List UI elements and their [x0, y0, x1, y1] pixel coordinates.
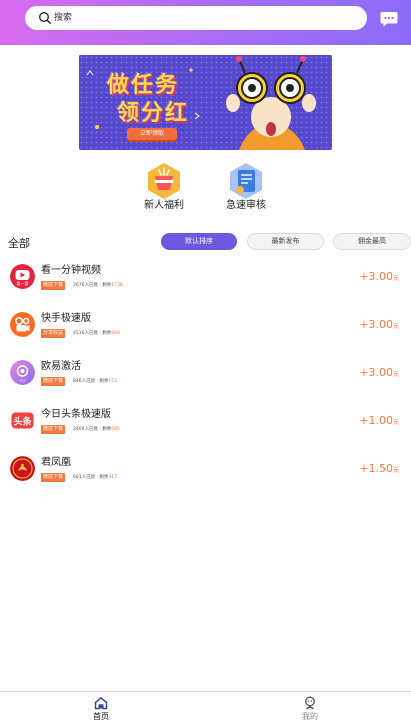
task-meta: 2676人已接 · 剩余1736 — [73, 281, 123, 290]
task-remaining: 153 — [108, 379, 117, 384]
svg-text:看一看: 看一看 — [17, 280, 29, 286]
sort-default-button[interactable]: 默认排序 — [161, 233, 237, 250]
search-placeholder: 搜索 — [54, 13, 73, 23]
task-taken-count: 4516人已接 · 剩余 — [73, 331, 112, 336]
banner-claim-button[interactable]: 立即领取 — [127, 128, 177, 140]
svg-text:头条: 头条 — [13, 416, 32, 428]
task-tag: 分享收益 — [41, 329, 66, 338]
task-price-unit: 元 — [392, 275, 399, 282]
nav-home-label: 首页 — [93, 712, 109, 721]
promo-banner[interactable]: 做任务 领分红 立即领取 — [79, 55, 332, 150]
task-meta: 846人已接 · 剩余153 — [73, 377, 117, 386]
task-tag: 微信下载 — [41, 473, 66, 482]
task-price: +3.00元 — [359, 270, 399, 286]
task-meta: 2404人已接 · 剩余695 — [73, 425, 120, 434]
task-price-unit: 元 — [392, 323, 399, 330]
nav-mine[interactable]: 我的 — [290, 696, 330, 723]
video-app-logo: 看一看 — [10, 264, 35, 289]
task-price: +1.50元 — [359, 462, 399, 478]
task-price: +3.00元 — [359, 318, 399, 334]
quick-entry-label: 新人福利 — [144, 200, 184, 211]
task-item[interactable]: 快手极速版 分享收益 4516人已接 · 剩余849 +3.00元 — [0, 312, 411, 360]
task-price-value: +1.00 — [359, 414, 393, 427]
task-remaining: 695 — [111, 427, 120, 432]
search-bar[interactable]: 搜索 — [25, 6, 367, 30]
message-icon[interactable] — [380, 11, 398, 27]
quick-entry-label: 急速审核 — [226, 200, 266, 211]
nav-home[interactable]: 首页 — [81, 696, 121, 723]
task-tag: 微信下载 — [41, 377, 66, 386]
kuaishou-logo — [10, 312, 35, 337]
task-price-value: +1.50 — [359, 462, 393, 475]
task-price-value: +3.00 — [359, 318, 393, 331]
task-name: 今日头条极速版 — [41, 409, 111, 420]
phoenix-logo — [10, 456, 35, 481]
task-taken-count: 2676人已接 · 剩余 — [73, 283, 112, 288]
task-tag: 微信下载 — [41, 281, 66, 290]
task-taken-count: 2404人已接 · 剩余 — [73, 427, 112, 432]
task-name: 君凤凰 — [41, 457, 71, 468]
task-price-value: +3.00 — [359, 270, 393, 283]
binoculars-character-illustration — [226, 56, 316, 150]
task-taken-count: 681人已接 · 剩余 — [73, 475, 109, 480]
okx-logo: OKX — [10, 360, 35, 385]
task-price-unit: 元 — [392, 419, 399, 426]
quick-entry-newbie-benefits[interactable]: 新人福利 — [134, 162, 194, 212]
search-icon — [39, 12, 52, 25]
sort-commission-button[interactable]: 佣金最高 — [333, 233, 411, 250]
task-price-value: +3.00 — [359, 366, 393, 379]
task-remaining: 317 — [108, 475, 117, 480]
task-name: 欧易激活 — [41, 361, 81, 372]
gift-icon — [148, 163, 180, 199]
task-price: +1.00元 — [359, 414, 399, 430]
top-header: 搜索 — [0, 0, 411, 45]
banner-title-line2: 领分红 — [117, 101, 190, 126]
task-item[interactable]: 看一看 看一分钟视频 微信下载 2676人已接 · 剩余1736 +3.00元 — [0, 264, 411, 312]
nav-mine-label: 我的 — [302, 712, 318, 721]
task-remaining: 849 — [111, 331, 120, 336]
user-icon — [305, 696, 315, 710]
task-item[interactable]: 君凤凰 微信下载 681人已接 · 剩余317 +1.50元 — [0, 456, 411, 504]
task-price-unit: 元 — [392, 371, 399, 378]
task-meta: 681人已接 · 剩余317 — [73, 473, 117, 482]
task-price: +3.00元 — [359, 366, 399, 382]
home-icon — [94, 697, 108, 710]
sort-latest-button[interactable]: 最新发布 — [247, 233, 324, 250]
category-all-label[interactable]: 全部 — [8, 235, 30, 251]
task-taken-count: 846人已接 · 剩余 — [73, 379, 109, 384]
svg-text:OKX: OKX — [19, 379, 25, 383]
document-icon — [230, 163, 262, 199]
toutiao-logo: 头条 — [10, 408, 35, 433]
quick-entry-fast-review[interactable]: 急速审核 — [216, 162, 276, 212]
task-name: 看一分钟视频 — [41, 265, 101, 276]
task-remaining: 1736 — [111, 283, 123, 288]
task-item[interactable]: OKX 欧易激活 微信下载 846人已接 · 剩余153 +3.00元 — [0, 360, 411, 408]
task-price-unit: 元 — [392, 467, 399, 474]
task-tag: 微信下载 — [41, 425, 66, 434]
bottom-navigation: 首页 我的 — [0, 691, 411, 725]
task-item[interactable]: 头条 今日头条极速版 微信下载 2404人已接 · 剩余695 +1.00元 — [0, 408, 411, 456]
task-name: 快手极速版 — [41, 313, 91, 324]
task-meta: 4516人已接 · 剩余849 — [73, 329, 120, 338]
